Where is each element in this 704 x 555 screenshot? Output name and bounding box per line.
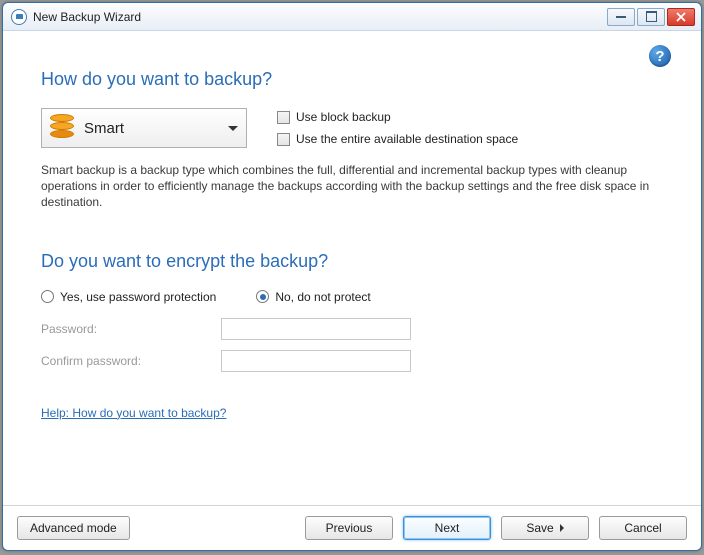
- password-input[interactable]: [221, 318, 411, 340]
- window-controls: [607, 8, 695, 26]
- help-icon[interactable]: ?: [649, 45, 671, 67]
- backup-type-row: Smart Use block backup Use the entire av…: [41, 108, 663, 148]
- confirm-password-label: Confirm password:: [41, 354, 221, 368]
- encrypt-yes-label: Yes, use password protection: [60, 290, 216, 304]
- close-button[interactable]: [667, 8, 695, 26]
- backup-type-description: Smart backup is a backup type which comb…: [41, 162, 663, 211]
- encrypt-yes-option[interactable]: Yes, use password protection: [41, 290, 216, 304]
- app-icon: [11, 9, 27, 25]
- advanced-mode-button[interactable]: Advanced mode: [17, 516, 130, 540]
- encrypt-radio-group: Yes, use password protection No, do not …: [41, 290, 663, 304]
- chevron-right-icon: [560, 524, 564, 532]
- section-heading-backup-type: How do you want to backup?: [41, 69, 663, 90]
- save-button-label: Save: [526, 521, 553, 535]
- password-row: Password:: [41, 318, 663, 340]
- backup-type-dropdown[interactable]: Smart: [41, 108, 247, 148]
- footer: Advanced mode Previous Next Save Cancel: [3, 505, 701, 550]
- previous-button[interactable]: Previous: [305, 516, 393, 540]
- cancel-button[interactable]: Cancel: [599, 516, 687, 540]
- backup-options: Use block backup Use the entire availabl…: [277, 110, 518, 146]
- radio-icon[interactable]: [41, 290, 54, 303]
- next-button[interactable]: Next: [403, 516, 491, 540]
- save-button[interactable]: Save: [501, 516, 589, 540]
- confirm-password-row: Confirm password:: [41, 350, 663, 372]
- encrypt-no-option[interactable]: No, do not protect: [256, 290, 370, 304]
- window-title: New Backup Wizard: [33, 10, 607, 24]
- confirm-password-input[interactable]: [221, 350, 411, 372]
- password-label: Password:: [41, 322, 221, 336]
- minimize-button[interactable]: [607, 8, 635, 26]
- use-entire-space-option[interactable]: Use the entire available destination spa…: [277, 132, 518, 146]
- wizard-window: New Backup Wizard ? How do you want to b…: [2, 2, 702, 551]
- titlebar: New Backup Wizard: [3, 3, 701, 31]
- close-icon: [676, 12, 686, 22]
- use-entire-space-label: Use the entire available destination spa…: [296, 132, 518, 146]
- help-link[interactable]: Help: How do you want to backup?: [41, 406, 226, 420]
- section-heading-encrypt: Do you want to encrypt the backup?: [41, 251, 663, 272]
- chevron-down-icon: [228, 126, 238, 131]
- encrypt-no-label: No, do not protect: [275, 290, 370, 304]
- radio-icon[interactable]: [256, 290, 269, 303]
- barrel-icon: [50, 114, 74, 142]
- checkbox-icon[interactable]: [277, 111, 290, 124]
- maximize-button[interactable]: [637, 8, 665, 26]
- block-backup-option[interactable]: Use block backup: [277, 110, 518, 124]
- content-area: ? How do you want to backup? Smart Use b…: [3, 31, 701, 505]
- block-backup-label: Use block backup: [296, 110, 391, 124]
- backup-type-selected: Smart: [84, 120, 228, 137]
- checkbox-icon[interactable]: [277, 133, 290, 146]
